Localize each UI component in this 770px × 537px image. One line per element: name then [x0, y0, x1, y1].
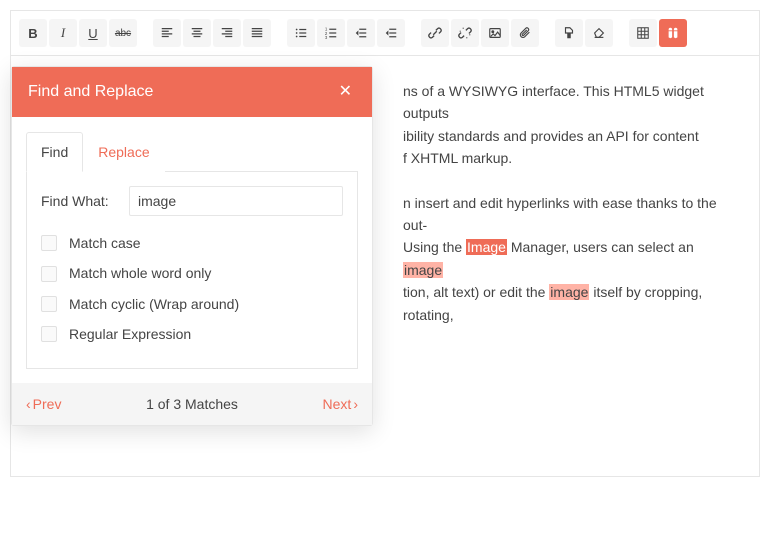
outdent-button[interactable] — [347, 19, 375, 47]
attachment-button[interactable] — [511, 19, 539, 47]
regex-checkbox[interactable] — [41, 326, 57, 342]
option-whole-word-row: Match whole word only — [41, 262, 343, 284]
clear-format-button[interactable] — [585, 19, 613, 47]
close-icon: ✕ — [339, 83, 352, 100]
search-match: image — [403, 262, 443, 278]
editor-content-area[interactable]: ns of a WYSIWYG interface. This HTML5 wi… — [11, 56, 759, 476]
italic-button[interactable]: I — [49, 19, 77, 47]
table-button[interactable] — [629, 19, 657, 47]
ordered-list-button[interactable]: 123 — [317, 19, 345, 47]
align-justify-button[interactable] — [243, 19, 271, 47]
unordered-list-button[interactable] — [287, 19, 315, 47]
toolbar-group-format — [555, 19, 613, 47]
whole-word-checkbox[interactable] — [41, 266, 57, 282]
find-panel: Find What: Match case Match whole word o… — [26, 171, 358, 369]
whole-word-label: Match whole word only — [69, 262, 211, 284]
toolbar-group-align — [153, 19, 271, 47]
option-match-case-row: Match case — [41, 232, 343, 254]
match-case-label: Match case — [69, 232, 141, 254]
chevron-right-icon: › — [353, 396, 358, 412]
svg-text:3: 3 — [325, 35, 328, 40]
dialog-close-button[interactable]: ✕ — [335, 84, 356, 100]
toolbar-group-list: 123 — [287, 19, 405, 47]
align-center-button[interactable] — [183, 19, 211, 47]
find-what-input[interactable] — [129, 186, 343, 216]
toolbar-group-insert — [421, 19, 539, 47]
dialog-header[interactable]: Find and Replace ✕ — [12, 67, 372, 117]
find-what-label: Find What: — [41, 190, 117, 212]
next-button[interactable]: Next › — [323, 396, 358, 412]
editor-container: B I U abc 123 — [10, 10, 760, 477]
cyclic-label: Match cyclic (Wrap around) — [69, 293, 239, 315]
chevron-left-icon: ‹ — [26, 396, 31, 412]
unlink-button[interactable] — [451, 19, 479, 47]
align-left-button[interactable] — [153, 19, 181, 47]
toolbar-group-tools — [629, 19, 687, 47]
cyclic-checkbox[interactable] — [41, 296, 57, 312]
dialog-footer: ‹ Prev 1 of 3 Matches Next › — [12, 383, 372, 425]
prev-button[interactable]: ‹ Prev — [26, 396, 61, 412]
tab-find[interactable]: Find — [26, 132, 83, 172]
toolbar-group-font: B I U abc — [19, 19, 137, 47]
dialog-body: Find Replace Find What: Match case Match… — [12, 117, 372, 369]
option-cyclic-row: Match cyclic (Wrap around) — [41, 293, 343, 315]
editor-toolbar: B I U abc 123 — [11, 11, 759, 56]
link-button[interactable] — [421, 19, 449, 47]
regex-label: Regular Expression — [69, 323, 191, 345]
align-right-button[interactable] — [213, 19, 241, 47]
option-regex-row: Regular Expression — [41, 323, 343, 345]
bold-button[interactable]: B — [19, 19, 47, 47]
search-match-current: Image — [466, 239, 507, 255]
tab-replace[interactable]: Replace — [83, 132, 164, 172]
indent-button[interactable] — [377, 19, 405, 47]
underline-button[interactable]: U — [79, 19, 107, 47]
match-status: 1 of 3 Matches — [146, 393, 238, 415]
strikethrough-button[interactable]: abc — [109, 19, 137, 47]
match-case-checkbox[interactable] — [41, 235, 57, 251]
dialog-tabs: Find Replace — [26, 131, 358, 171]
dialog-title: Find and Replace — [28, 79, 153, 105]
find-replace-button[interactable] — [659, 19, 687, 47]
image-button[interactable] — [481, 19, 509, 47]
format-painter-button[interactable] — [555, 19, 583, 47]
search-match: image — [549, 284, 589, 300]
find-field-row: Find What: — [41, 186, 343, 216]
find-replace-dialog: Find and Replace ✕ Find Replace Find Wha… — [11, 66, 373, 426]
